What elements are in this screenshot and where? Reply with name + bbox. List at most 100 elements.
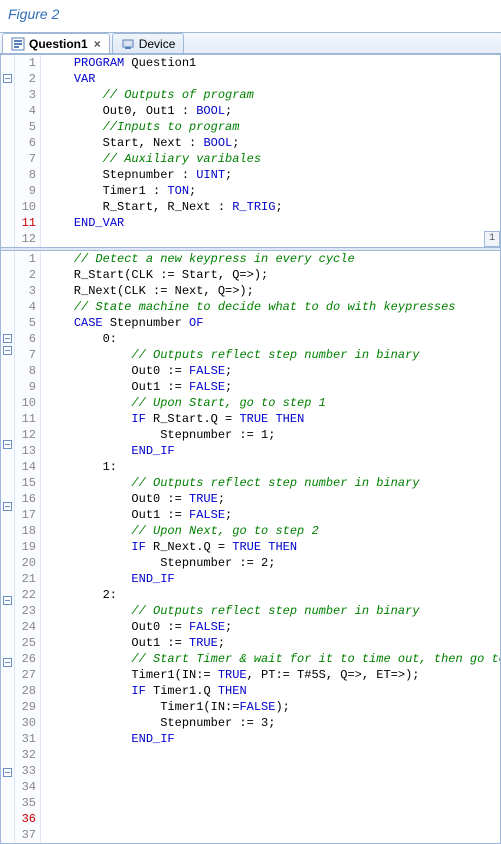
code-line[interactable]: VAR: [45, 71, 500, 87]
code-line[interactable]: // Outputs reflect step number in binary: [45, 347, 500, 363]
line-number: 31: [15, 731, 36, 747]
code-line[interactable]: Out1 := FALSE;: [45, 507, 500, 523]
line-number: 32: [15, 747, 36, 763]
line-number: 16: [15, 491, 36, 507]
line-number: 5: [15, 315, 36, 331]
code-line[interactable]: Stepnumber : UINT;: [45, 167, 500, 183]
code-line[interactable]: END_IF: [45, 443, 500, 459]
line-number: 23: [15, 603, 36, 619]
line-number: 12: [15, 231, 36, 247]
code-line[interactable]: Out0 := FALSE;: [45, 619, 500, 635]
code-line[interactable]: // Upon Start, go to step 1: [45, 395, 500, 411]
line-number: 11: [15, 411, 36, 427]
line-number: 9: [15, 183, 36, 199]
code-line[interactable]: CASE Stepnumber OF: [45, 315, 500, 331]
fold-toggle-icon[interactable]: [3, 768, 12, 777]
tab-device[interactable]: Device: [112, 33, 185, 53]
code-line[interactable]: Start, Next : BOOL;: [45, 135, 500, 151]
code-line[interactable]: Timer1(IN:=FALSE);: [45, 699, 500, 715]
line-number: 7: [15, 151, 36, 167]
fold-toggle-icon[interactable]: [3, 596, 12, 605]
code-line[interactable]: Stepnumber := 2;: [45, 555, 500, 571]
line-number: 14: [15, 459, 36, 475]
editor: 123456789101112 PROGRAM Question1 VAR //…: [0, 54, 501, 844]
tab-question1[interactable]: Question1 ×: [2, 33, 110, 53]
line-number: 36: [15, 811, 36, 827]
fold-toggle-icon[interactable]: [3, 658, 12, 667]
code-line[interactable]: // Outputs reflect step number in binary: [45, 475, 500, 491]
line-number: 11: [15, 215, 36, 231]
line-number: 10: [15, 199, 36, 215]
line-number: 37: [15, 827, 36, 843]
split-indicator[interactable]: 1: [484, 231, 500, 247]
code-line[interactable]: END_IF: [45, 731, 500, 747]
line-number: 33: [15, 763, 36, 779]
line-number: 3: [15, 283, 36, 299]
code-line[interactable]: Out0 := FALSE;: [45, 363, 500, 379]
tab-label: Question1: [29, 37, 88, 51]
code-line[interactable]: Out1 := FALSE;: [45, 379, 500, 395]
code-line[interactable]: R_Next(CLK := Next, Q=>);: [45, 283, 500, 299]
tab-bar: Question1 × Device: [0, 32, 501, 54]
fold-toggle-icon[interactable]: [3, 440, 12, 449]
code-line[interactable]: // State machine to decide what to do wi…: [45, 299, 500, 315]
code-line[interactable]: END_VAR: [45, 215, 500, 231]
code-line[interactable]: Out0, Out1 : BOOL;: [45, 103, 500, 119]
code-line[interactable]: R_Start, R_Next : R_TRIG;: [45, 199, 500, 215]
fold-toggle-icon[interactable]: [3, 74, 12, 83]
code-line[interactable]: // Auxiliary varibales: [45, 151, 500, 167]
fold-gutter[interactable]: [1, 251, 15, 843]
code-line[interactable]: Timer1(IN:= TRUE, PT:= T#5S, Q=>, ET=>);: [45, 667, 500, 683]
code-line[interactable]: // Outputs reflect step number in binary: [45, 603, 500, 619]
line-number: 18: [15, 523, 36, 539]
line-number: 15: [15, 475, 36, 491]
fold-gutter[interactable]: [1, 55, 15, 247]
close-icon[interactable]: ×: [94, 37, 101, 51]
code-line[interactable]: Stepnumber := 1;: [45, 427, 500, 443]
line-number: 8: [15, 167, 36, 183]
code-line[interactable]: IF R_Next.Q = TRUE THEN: [45, 539, 500, 555]
line-number: 2: [15, 267, 36, 283]
code-line[interactable]: 0:: [45, 331, 500, 347]
line-number: 17: [15, 507, 36, 523]
code-line[interactable]: //Inputs to program: [45, 119, 500, 135]
declaration-pane[interactable]: 123456789101112 PROGRAM Question1 VAR //…: [1, 55, 500, 247]
code-line[interactable]: Timer1 : TON;: [45, 183, 500, 199]
code-line[interactable]: IF Timer1.Q THEN: [45, 683, 500, 699]
line-number: 9: [15, 379, 36, 395]
code-line[interactable]: Out1 := TRUE;: [45, 635, 500, 651]
line-number: 30: [15, 715, 36, 731]
line-number-gutter: 1234567891011121314151617181920212223242…: [15, 251, 41, 843]
code-line[interactable]: END_IF: [45, 571, 500, 587]
line-number: 34: [15, 779, 36, 795]
code-line[interactable]: Out0 := TRUE;: [45, 491, 500, 507]
code-line[interactable]: // Detect a new keypress in every cycle: [45, 251, 500, 267]
code-line[interactable]: // Start Timer & wait for it to time out…: [45, 651, 500, 667]
line-number: 12: [15, 427, 36, 443]
line-number: 13: [15, 443, 36, 459]
code-line[interactable]: // Upon Next, go to step 2: [45, 523, 500, 539]
fold-toggle-icon[interactable]: [3, 334, 12, 343]
code-line[interactable]: IF R_Start.Q = TRUE THEN: [45, 411, 500, 427]
line-number: 8: [15, 363, 36, 379]
code-line[interactable]: 2:: [45, 587, 500, 603]
fold-toggle-icon[interactable]: [3, 502, 12, 511]
line-number: 2: [15, 71, 36, 87]
code-line[interactable]: // Outputs of program: [45, 87, 500, 103]
line-number: 6: [15, 331, 36, 347]
tab-label: Device: [139, 37, 176, 51]
code-line[interactable]: R_Start(CLK := Start, Q=>);: [45, 267, 500, 283]
line-number: 19: [15, 539, 36, 555]
line-number: 26: [15, 651, 36, 667]
code-line[interactable]: PROGRAM Question1: [45, 55, 500, 71]
code-text[interactable]: // Detect a new keypress in every cycle …: [41, 251, 500, 843]
line-number: 4: [15, 299, 36, 315]
code-text[interactable]: PROGRAM Question1 VAR // Outputs of prog…: [41, 55, 500, 247]
body-pane[interactable]: 1234567891011121314151617181920212223242…: [1, 251, 500, 843]
code-line[interactable]: Stepnumber := 3;: [45, 715, 500, 731]
line-number: 25: [15, 635, 36, 651]
line-number: 10: [15, 395, 36, 411]
line-number: 22: [15, 587, 36, 603]
code-line[interactable]: 1:: [45, 459, 500, 475]
fold-toggle-icon[interactable]: [3, 346, 12, 355]
